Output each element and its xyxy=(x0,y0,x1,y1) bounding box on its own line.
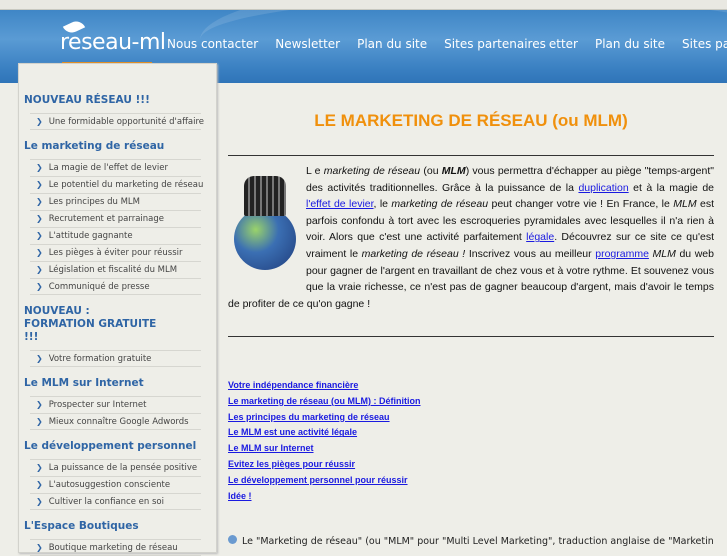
nav-sitemap[interactable]: Plan du site xyxy=(357,37,427,51)
sidebar-group: L'Espace Boutiques ❯ Boutique marketing de… xyxy=(24,520,211,556)
sidebar-group: Le développement personnel ❯ La puissance … xyxy=(24,440,211,510)
person-icon xyxy=(228,535,237,544)
sidebar-item[interactable]: ❯ Les principes du MLM xyxy=(30,193,201,210)
sidebar-group: Le marketing de réseau ❯ La magie de l'eff… xyxy=(24,140,211,295)
sidebar-item-label: Prospecter sur Internet xyxy=(48,400,147,410)
chevron-right-icon: ❯ xyxy=(36,163,43,172)
content-link[interactable]: Le MLM sur Internet xyxy=(228,441,421,457)
chevron-right-icon: ❯ xyxy=(36,400,43,409)
globe-people-image xyxy=(234,168,296,292)
chevron-right-icon: ❯ xyxy=(36,197,43,206)
sidebar-group: Le MLM sur Internet ❯ Prospecter sur Inter… xyxy=(24,377,211,430)
sidebar-item-label: Communiqué de presse xyxy=(48,282,150,292)
sidebar-item[interactable]: ❯ Mieux connaître Google Adwords xyxy=(30,413,201,430)
sidebar-item-label: Recrutement et parrainage xyxy=(48,214,165,224)
sidebar-item-label: L'attitude gagnante xyxy=(48,231,133,241)
nav-partners[interactable]: Sites partenaires xyxy=(444,37,546,51)
sidebar-item[interactable]: ❯ Recrutement et parrainage xyxy=(30,210,201,227)
nav-sitemap-dup[interactable]: Plan du site xyxy=(595,37,665,51)
sidebar-item-label: Cultiver la confiance en soi xyxy=(48,497,164,507)
sidebar: NOUVEAU RÉSEAU !!! ❯ Une formidable opport… xyxy=(18,63,217,556)
divider xyxy=(228,336,714,337)
nav-newsletter[interactable]: Newsletter xyxy=(275,37,340,51)
content-link[interactable]: Idée ! xyxy=(228,489,421,505)
sidebar-item-label: Les principes du MLM xyxy=(48,197,140,207)
site-logo[interactable]: reseau-ml xyxy=(60,18,166,64)
nav-partners-dup[interactable]: Sites partenaires xyxy=(682,37,727,51)
chevron-right-icon: ❯ xyxy=(36,214,43,223)
content-link[interactable]: Le marketing de réseau (ou MLM) : Défini… xyxy=(228,394,421,410)
sidebar-heading[interactable]: Le marketing de réseau xyxy=(24,140,211,153)
chevron-right-icon: ❯ xyxy=(36,497,43,506)
intro-paragraph: L e marketing de réseau (ou MLM) vous pe… xyxy=(228,165,715,310)
sidebar-heading[interactable]: Le MLM sur Internet xyxy=(24,377,211,390)
nav-newsletter-dup[interactable]: etter xyxy=(549,37,578,51)
chevron-right-icon: ❯ xyxy=(36,463,43,472)
sidebar-item[interactable]: ❯ La puissance de la pensée positive xyxy=(30,459,201,476)
top-nav: Nous contacter Newsletter Plan du site S… xyxy=(167,37,727,51)
link-duplication[interactable]: duplication xyxy=(578,182,628,194)
content-link[interactable]: Le développement personnel pour réussir xyxy=(228,473,421,489)
sidebar-item[interactable]: ❯ Les pièges à éviter pour réussir xyxy=(30,244,201,261)
sidebar-group: NOUVEAU : FORMATION GRATUITE !!! ❯ Votre f… xyxy=(24,305,211,367)
sidebar-item[interactable]: ❯ L'attitude gagnante xyxy=(30,227,201,244)
sidebar-item[interactable]: ❯ Une formidable opportunité d'affaire xyxy=(30,113,205,130)
sidebar-item[interactable]: ❯ Prospecter sur Internet xyxy=(30,396,201,413)
page-title: LE MARKETING DE RÉSEAU (ou MLM) xyxy=(314,111,628,130)
content-link[interactable]: Evitez les pièges pour réussir xyxy=(228,457,421,473)
chevron-right-icon: ❯ xyxy=(36,180,43,189)
sidebar-item[interactable]: ❯ Le potentiel du marketing de réseau xyxy=(30,176,204,193)
sidebar-item-label: La puissance de la pensée positive xyxy=(48,463,198,473)
sidebar-item[interactable]: ❯ La magie de l'effet de levier xyxy=(30,159,201,176)
link-legale[interactable]: légale xyxy=(526,231,554,243)
sidebar-item-label: Législation et fiscalité du MLM xyxy=(48,265,178,275)
sidebar-item[interactable]: ❯ L'autosuggestion consciente xyxy=(30,476,201,493)
sidebar-item-label: L'autosuggestion consciente xyxy=(48,480,171,490)
sidebar-item-label: Une formidable opportunité d'affaire xyxy=(48,117,205,127)
divider xyxy=(228,155,714,156)
sidebar-group: NOUVEAU RÉSEAU !!! ❯ Une formidable opport… xyxy=(24,94,211,130)
nav-contact[interactable]: Nous contacter xyxy=(167,37,258,51)
sidebar-item-label: Le potentiel du marketing de réseau xyxy=(48,180,204,190)
chevron-right-icon: ❯ xyxy=(36,282,43,291)
chevron-right-icon: ❯ xyxy=(36,543,43,552)
logo-text: reseau-ml xyxy=(60,30,166,55)
sidebar-item[interactable]: ❯ Cultiver la confiance en soi xyxy=(30,493,201,510)
content-links: Votre indépendance financière Le marketin… xyxy=(228,378,421,504)
footer-text: Le "Marketing de réseau" (ou "MLM" pour … xyxy=(228,535,714,547)
sidebar-item[interactable]: ❯ Boutique marketing de réseau xyxy=(30,539,201,556)
content-link[interactable]: Les principes du marketing de réseau xyxy=(228,410,421,426)
chevron-right-icon: ❯ xyxy=(36,354,43,363)
sidebar-item-label: Les pièges à éviter pour réussir xyxy=(48,248,183,258)
chevron-right-icon: ❯ xyxy=(36,480,43,489)
chevron-right-icon: ❯ xyxy=(36,248,43,257)
content-link[interactable]: Le MLM est une activité légale xyxy=(228,425,421,441)
chevron-right-icon: ❯ xyxy=(36,417,43,426)
sidebar-item-label: Mieux connaître Google Adwords xyxy=(48,417,189,427)
sidebar-heading[interactable]: L'Espace Boutiques xyxy=(24,520,211,533)
link-effet-levier[interactable]: l'effet de levier xyxy=(306,198,374,210)
content-link[interactable]: Votre indépendance financière xyxy=(228,378,421,394)
sidebar-heading[interactable]: NOUVEAU : FORMATION GRATUITE !!! xyxy=(24,305,164,344)
sidebar-item[interactable]: ❯ Législation et fiscalité du MLM xyxy=(30,261,201,278)
sidebar-item-label: La magie de l'effet de levier xyxy=(48,163,168,173)
link-programme[interactable]: programme xyxy=(595,248,649,260)
sidebar-item[interactable]: ❯ Communiqué de presse xyxy=(30,278,201,295)
chevron-right-icon: ❯ xyxy=(36,265,43,274)
chevron-right-icon: ❯ xyxy=(36,231,43,240)
top-strip xyxy=(0,0,727,10)
chevron-right-icon: ❯ xyxy=(36,117,43,126)
sidebar-item-label: Votre formation gratuite xyxy=(48,354,152,364)
sidebar-item[interactable]: ❯ Votre formation gratuite xyxy=(30,350,201,367)
sidebar-heading[interactable]: NOUVEAU RÉSEAU !!! xyxy=(24,94,211,107)
sidebar-heading[interactable]: Le développement personnel xyxy=(24,440,211,453)
